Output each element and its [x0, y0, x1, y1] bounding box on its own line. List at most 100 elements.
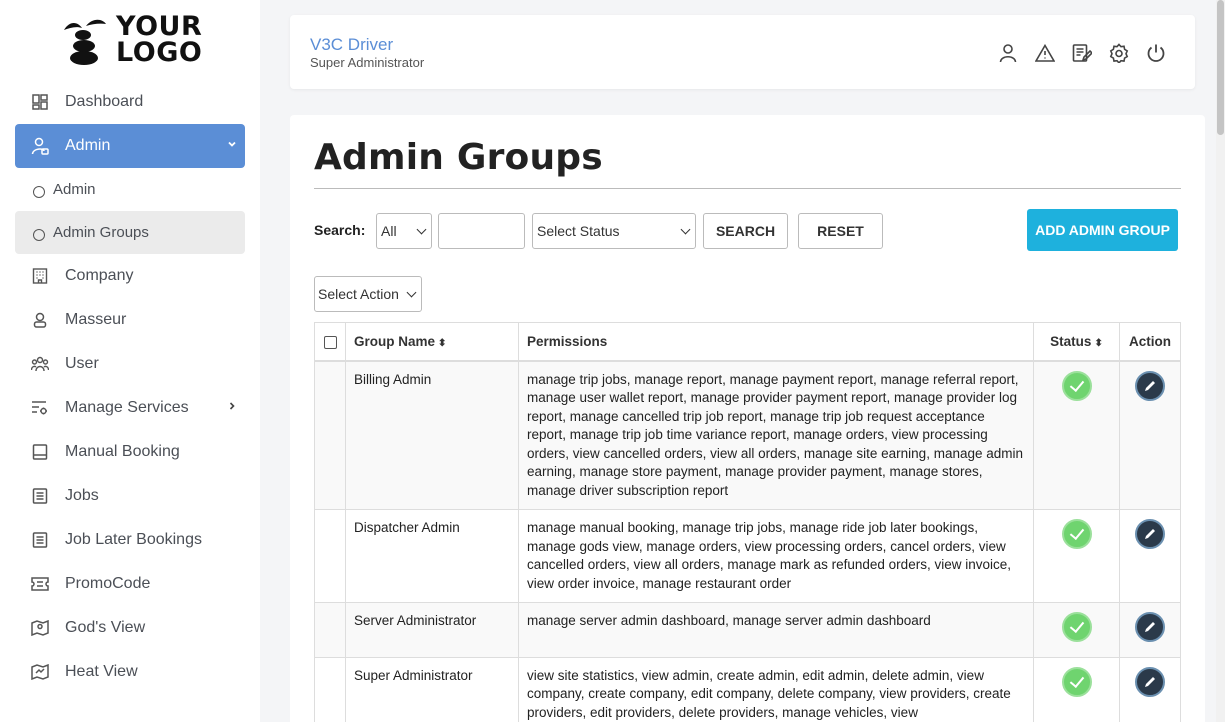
- sidebar-subitem-admin[interactable]: Admin: [15, 168, 245, 211]
- status-cell: [1033, 509, 1120, 603]
- chevron-down-icon: [406, 287, 417, 298]
- row-checkbox-cell[interactable]: [314, 509, 346, 603]
- bulk-action-select-value: Select Action: [318, 286, 399, 302]
- sidebar-item-admin[interactable]: Admin: [15, 124, 245, 168]
- status-active-icon[interactable]: [1061, 519, 1092, 549]
- sidebar-item-label: Job Later Bookings: [65, 531, 202, 548]
- sidebar-item-company[interactable]: Company: [15, 254, 245, 298]
- sidebar-item-promocode[interactable]: PromoCode: [15, 562, 245, 606]
- action-cell: [1119, 509, 1181, 603]
- chevron-down-icon: [227, 138, 237, 152]
- select-all-checkbox[interactable]: [323, 335, 337, 349]
- services-icon: [31, 399, 49, 417]
- sidebar-item-label: Manual Booking: [65, 443, 180, 460]
- status-active-icon[interactable]: [1061, 666, 1092, 697]
- settings-icon[interactable]: [1108, 42, 1130, 64]
- edit-note-icon[interactable]: [1071, 42, 1093, 64]
- logo[interactable]: YOUR LOGO: [58, 12, 202, 68]
- edit-icon[interactable]: [1135, 612, 1165, 642]
- status-active-icon[interactable]: [1061, 612, 1092, 642]
- column-header-action: Action: [1119, 322, 1181, 362]
- column-header-permissions: Permissions: [518, 322, 1034, 362]
- reset-button[interactable]: RESET: [798, 213, 883, 249]
- row-checkbox-cell[interactable]: [314, 656, 346, 722]
- sidebar-item-label: Admin: [65, 137, 111, 154]
- users-icon: [31, 355, 49, 373]
- status-active-icon[interactable]: [1061, 370, 1092, 401]
- group-name-cell: Dispatcher Admin: [345, 509, 519, 603]
- sidebar-item-label: God's View: [65, 619, 146, 636]
- permissions-cell: view site statistics, view admin, create…: [518, 656, 1034, 722]
- table-row: Billing Admin manage trip jobs, manage r…: [314, 360, 1181, 510]
- sidebar: YOUR LOGO Dashboard Admin Admin Admin Gr: [0, 0, 260, 722]
- user-icon[interactable]: [997, 42, 1019, 64]
- logo-text: YOUR LOGO: [116, 11, 203, 68]
- group-name-cell: Billing Admin: [345, 360, 519, 510]
- sidebar-item-label: Jobs: [65, 487, 99, 504]
- building-icon: [31, 267, 49, 285]
- search-button[interactable]: SEARCH: [703, 213, 788, 249]
- sidebar-item-manage-services[interactable]: Manage Services: [15, 386, 245, 430]
- power-icon[interactable]: [1145, 42, 1167, 64]
- edit-icon[interactable]: [1135, 519, 1165, 549]
- sidebar-item-user[interactable]: User: [15, 342, 245, 386]
- sidebar-item-label: Manage Services: [65, 399, 189, 416]
- sidebar-item-dashboard[interactable]: Dashboard: [15, 80, 245, 124]
- action-cell: [1119, 656, 1181, 722]
- permissions-cell: manage server admin dashboard, manage se…: [518, 602, 1034, 658]
- search-field-select[interactable]: All: [376, 213, 432, 249]
- list-icon: [31, 531, 49, 549]
- main-content: Admin Groups Search: All Select Status S…: [290, 115, 1205, 722]
- sidebar-item-label: Company: [65, 267, 134, 284]
- search-label: Search:: [314, 222, 366, 238]
- person-icon: [31, 311, 49, 329]
- sidebar-item-manual-booking[interactable]: Manual Booking: [15, 430, 245, 474]
- column-header-status[interactable]: Status ⬍: [1033, 322, 1120, 362]
- permissions-cell: manage manual booking, manage trip jobs,…: [518, 509, 1034, 603]
- add-admin-group-button[interactable]: ADD ADMIN GROUP: [1027, 209, 1178, 251]
- chevron-down-icon: [680, 224, 691, 235]
- sidebar-item-gods-view[interactable]: God's View: [15, 606, 245, 650]
- map-pin-icon: [31, 619, 49, 637]
- status-cell: [1033, 602, 1120, 658]
- heat-map-icon: [31, 663, 49, 681]
- edit-icon[interactable]: [1135, 370, 1165, 401]
- sidebar-item-masseur[interactable]: Masseur: [15, 298, 245, 342]
- status-cell: [1033, 656, 1120, 722]
- sidebar-nav: Dashboard Admin Admin Admin Groups Compa…: [15, 80, 245, 694]
- table-row: Dispatcher Admin manage manual booking, …: [314, 509, 1181, 603]
- app-title[interactable]: V3C Driver: [310, 35, 393, 55]
- sidebar-item-heat-view[interactable]: Heat View: [15, 650, 245, 694]
- row-checkbox-cell[interactable]: [314, 360, 346, 510]
- top-header: V3C Driver Super Administrator: [290, 15, 1195, 89]
- sidebar-item-label: Dashboard: [65, 93, 144, 110]
- sidebar-item-jobs[interactable]: Jobs: [15, 474, 245, 518]
- column-header-group-name[interactable]: Group Name ⬍: [345, 322, 519, 362]
- search-field-select-value: All: [381, 223, 397, 239]
- action-cell: [1119, 602, 1181, 658]
- sidebar-item-job-later-bookings[interactable]: Job Later Bookings: [15, 518, 245, 562]
- status-cell: [1033, 360, 1120, 510]
- user-role: Super Administrator: [310, 55, 425, 70]
- edit-icon[interactable]: [1135, 666, 1165, 697]
- circle-icon: [33, 228, 45, 241]
- bulk-action-select[interactable]: Select Action: [314, 276, 422, 312]
- warning-icon[interactable]: [1034, 42, 1056, 64]
- chevron-down-icon: [416, 224, 427, 235]
- table-row: Super Administrator view site statistics…: [314, 656, 1181, 722]
- status-select[interactable]: Select Status: [532, 213, 696, 249]
- sidebar-item-label: User: [65, 355, 99, 372]
- sort-icon: ⬍: [1094, 337, 1103, 349]
- jobs-icon: [31, 487, 49, 505]
- circle-icon: [33, 185, 45, 198]
- search-input[interactable]: [438, 213, 525, 249]
- ticket-icon: [31, 575, 49, 593]
- row-checkbox-cell[interactable]: [314, 602, 346, 658]
- scrollbar-thumb[interactable]: [1217, 0, 1224, 135]
- sort-icon: ⬍: [438, 337, 447, 349]
- chevron-right-icon: [227, 400, 237, 414]
- page-title: Admin Groups: [314, 137, 603, 178]
- admin-icon: [31, 137, 49, 155]
- page-scrollbar[interactable]: [1216, 0, 1225, 722]
- sidebar-subitem-admin-groups[interactable]: Admin Groups: [15, 211, 245, 254]
